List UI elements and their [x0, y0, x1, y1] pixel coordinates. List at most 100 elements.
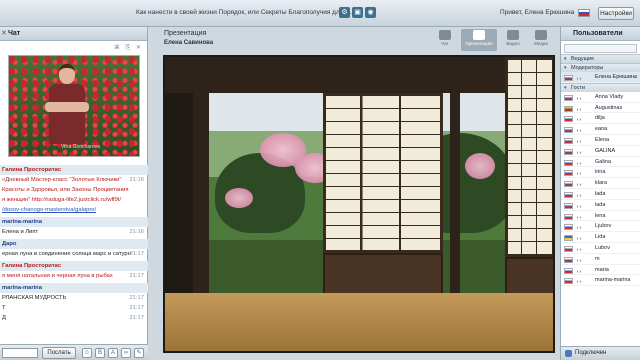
record-icon[interactable]: ◉ [365, 7, 376, 18]
user-row[interactable]: ◖◖ GALINA [561, 146, 640, 157]
chat-author: Галина Просторитас [0, 261, 148, 271]
user-row[interactable]: ◖◖ Augustinas [561, 103, 640, 114]
country-flag-icon [564, 94, 573, 101]
presentation-slide [163, 55, 555, 353]
country-flag-icon [564, 224, 573, 231]
user-row[interactable]: ◖◖ irina [561, 167, 640, 179]
chat-message: Д 21:17 [2, 315, 144, 321]
chat-message: я женщин" http://raduga-life2.justclick.… [2, 197, 122, 203]
mic-cam-icon: ◖◖ [576, 192, 583, 199]
color-icon[interactable]: A [108, 348, 118, 358]
tab-chat[interactable]: Чат [433, 29, 457, 51]
user-group-header[interactable]: Модераторы [561, 63, 640, 72]
country-flag-icon [564, 235, 573, 242]
mic-cam-icon: ◖◖ [576, 203, 583, 210]
chat-message: Елена и Липт 21:16 [2, 229, 144, 235]
tab-media[interactable]: Медиа [529, 29, 553, 51]
chat-icon [439, 30, 451, 40]
send-button[interactable]: Послать [42, 347, 76, 359]
user-group-header[interactable]: Гости [561, 82, 640, 92]
link-icon[interactable]: ∞ [121, 348, 131, 358]
message-time: 21:17 [129, 315, 144, 321]
mic-cam-icon: ◖◖ [576, 279, 583, 286]
settings-button[interactable]: Настройки [598, 7, 634, 20]
mic-cam-icon: ◖◖ [576, 268, 583, 275]
country-flag-icon [564, 278, 573, 285]
chat-author: Галина Просторитас [0, 165, 148, 175]
users-header: Пользователи [561, 27, 640, 41]
lock-icon[interactable]: ▣ [352, 7, 363, 18]
mic-cam-icon: ◖◖ [576, 225, 583, 232]
country-flag-icon [564, 75, 573, 81]
chat-link[interactable]: /dosov-chanogo-masterstva/galapro/ [0, 205, 148, 215]
presentation-panel: Презентация Елена Савинова Чат Презентаци… [160, 27, 557, 360]
user-row[interactable]: ◖◖ dilja [561, 113, 640, 125]
mic-cam-icon: ◖◖ [576, 236, 583, 243]
chat-panel: ✕ Чат ⌘ ⎘ ✕ Vera Goncharova Галина Прост… [0, 27, 148, 360]
user-row[interactable]: ◖◖ lada [561, 200, 640, 211]
user-row[interactable]: ◖◖ Lida [561, 232, 640, 243]
chat-message: Красоты и Здоровья, или Законы Процветан… [2, 187, 129, 193]
country-flag-icon [564, 256, 573, 263]
mic-cam-icon: ◖◖ [576, 171, 583, 178]
chat-title: Чат [8, 30, 21, 37]
user-row[interactable]: ◖◖ lada [561, 189, 640, 200]
message-time: 21:16 [129, 229, 144, 235]
gear-icon[interactable]: ⚙ [339, 7, 350, 18]
user-row[interactable]: ◖◖ maria [561, 265, 640, 276]
mic-cam-icon: ◖◖ [576, 182, 583, 189]
country-flag-icon [564, 170, 573, 177]
country-flag-icon [564, 105, 573, 112]
tab-presentation[interactable]: Презентация [461, 29, 497, 51]
user-row[interactable]: ◖◖ klara [561, 178, 640, 189]
chat-message: я меня натальная и черная луна в рыбах 21… [2, 273, 144, 279]
event-title: Как нанести в своей жизни Порядок, или С… [136, 9, 355, 16]
user-list: ВедущиеМодераторы◖◖Елена ЕрюшинаГости◖◖A… [561, 54, 640, 287]
user-row[interactable]: ◖◖ Anna Vlady [561, 92, 640, 103]
message-time: 21:17 [129, 251, 144, 257]
user-row[interactable]: ◖◖ m [561, 254, 640, 265]
chat-author: marina-marina [0, 283, 148, 293]
mic-cam-icon: ◖◖ [576, 128, 583, 135]
connection-status: Подключен [561, 346, 640, 360]
mic-cam-icon: ◖◖ [576, 117, 583, 124]
chat-input-bar: Послать ☺ B A ∞ ✎ [0, 344, 148, 360]
mic-cam-icon: ◖◖ [576, 257, 583, 264]
window-controls[interactable]: ⌘ ⎘ ✕ [114, 44, 143, 52]
user-row[interactable]: ◖◖ Ljubov [561, 221, 640, 233]
chat-input[interactable] [2, 348, 38, 358]
language-flag-icon[interactable] [578, 9, 590, 17]
country-flag-icon [564, 267, 573, 274]
greeting: Привет, Елена Ерюшина [500, 9, 575, 16]
chat-message: ерная луна в соединение солнца марс и са… [2, 251, 144, 257]
user-search-input[interactable] [564, 44, 637, 53]
user-row[interactable]: ◖◖ Galina [561, 157, 640, 168]
chat-message: «Дневный Мастер-класс "Золотые Ключики" 2… [2, 177, 144, 183]
video-watermark: Vera Goncharova [61, 144, 100, 150]
message-time: 21:16 [129, 177, 144, 183]
tab-video[interactable]: Видео [501, 29, 525, 51]
user-row[interactable]: ◖◖ Lubov [561, 243, 640, 254]
country-flag-icon [564, 202, 573, 209]
clear-icon[interactable]: ✎ [134, 348, 144, 358]
user-row[interactable]: ◖◖ lena [561, 211, 640, 222]
collapse-icon[interactable]: ✕ [1, 27, 7, 41]
user-group-header[interactable]: Ведущие [561, 54, 640, 63]
country-flag-icon [564, 148, 573, 155]
user-row[interactable]: ◖◖ Елена Ерюшина [561, 72, 640, 83]
tatami-floor [165, 293, 553, 351]
mic-cam-icon: ◖◖ [576, 76, 583, 82]
mic-cam-icon: ◖◖ [576, 214, 583, 221]
presentation-icon [473, 30, 485, 40]
bold-icon[interactable]: B [95, 348, 105, 358]
mic-cam-icon: ◖◖ [576, 149, 583, 156]
message-time: 21:17 [129, 273, 144, 279]
user-row[interactable]: ◖◖ Elena [561, 135, 640, 146]
country-flag-icon [564, 137, 573, 144]
country-flag-icon [564, 213, 573, 220]
country-flag-icon [564, 127, 573, 134]
user-row[interactable]: ◖◖ marina-marina [561, 275, 640, 287]
emoji-icon[interactable]: ☺ [82, 348, 92, 358]
user-row[interactable]: ◖◖ eana [561, 124, 640, 135]
media-icon [535, 30, 547, 40]
